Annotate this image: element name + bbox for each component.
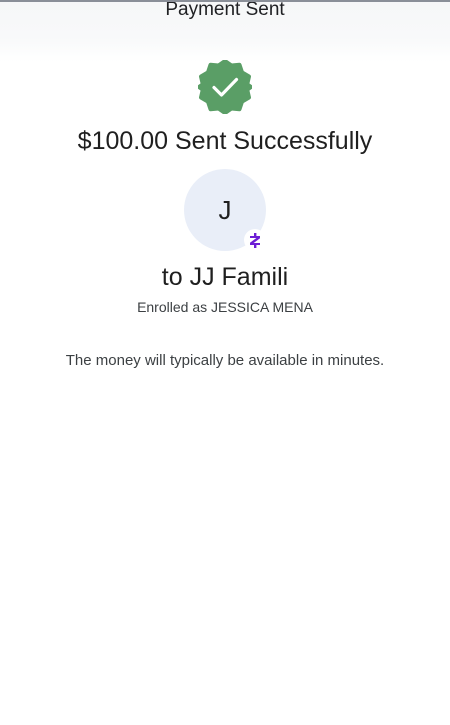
- header-bar: Payment Sent: [0, 0, 450, 62]
- page-title: Payment Sent: [165, 0, 285, 20]
- availability-note: The money will typically be available in…: [65, 352, 385, 369]
- zelle-logo-icon: [244, 229, 266, 251]
- enrolled-as-text: Enrolled as JESSICA MENA: [137, 299, 313, 315]
- sent-amount-headline: $100.00 Sent Successfully: [77, 127, 373, 155]
- avatar-initial: J: [218, 195, 232, 225]
- status-divider: [0, 0, 450, 2]
- recipient-name: to JJ Famili: [161, 263, 289, 291]
- check-circle-icon: [197, 59, 253, 115]
